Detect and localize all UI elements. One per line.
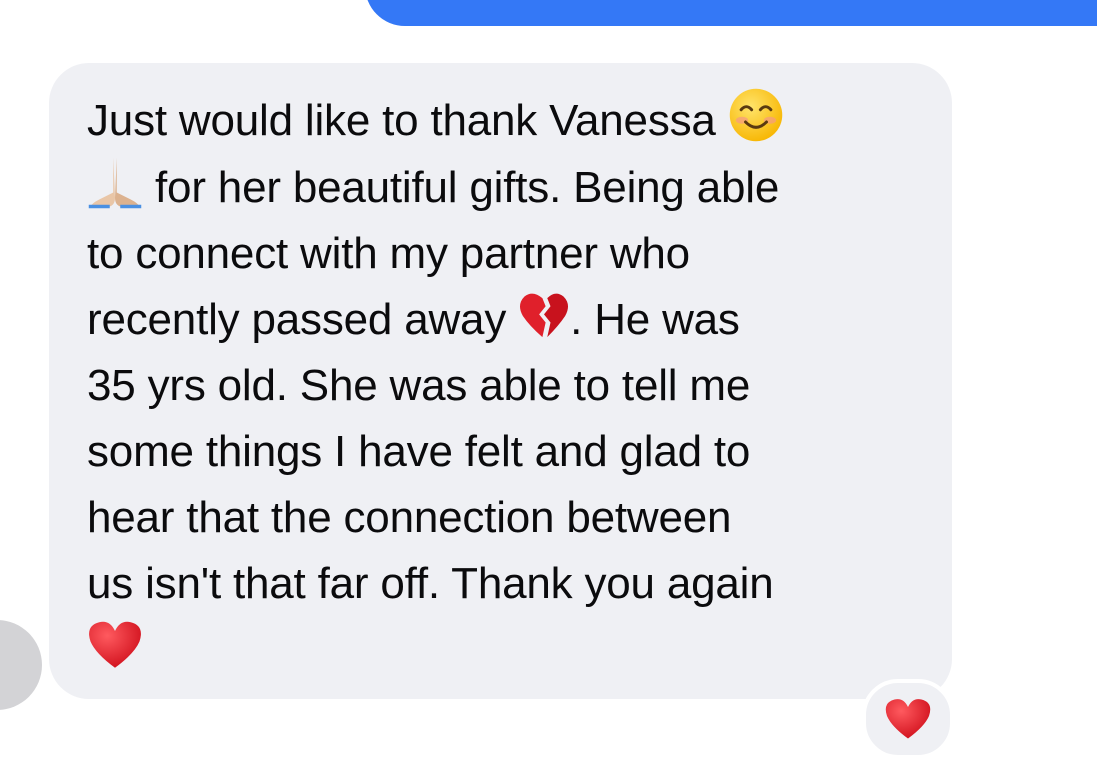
message-line-1: Just would like to thank Vanessa (87, 96, 716, 145)
chat-screen: Just would like to thank Vanessa for her… (0, 0, 1097, 757)
message-line-6: 35 yrs old. She was able to tell me (87, 361, 751, 410)
incoming-message-bubble[interactable]: Just would like to thank Vanessa for her… (49, 63, 952, 699)
message-line-7: some things I have felt and glad to (87, 427, 751, 476)
smiling-face-icon (728, 87, 784, 143)
heart-reaction-badge[interactable] (862, 679, 954, 757)
message-line-5: . He was (570, 295, 740, 344)
red-heart-icon (885, 699, 931, 739)
message-line-3: to connect with my partner who (87, 229, 690, 278)
message-line-8: hear that the connection between (87, 493, 732, 542)
message-line-2: for her beautiful gifts. Being able (155, 163, 780, 212)
red-heart-icon (87, 617, 143, 673)
avatar[interactable] (0, 620, 42, 710)
outgoing-message-bubble[interactable] (365, 0, 1097, 26)
broken-heart-icon (518, 290, 570, 342)
message-line-4: recently passed away (87, 295, 507, 344)
message-line-9: us isn't that far off. Thank you again (87, 559, 774, 608)
folded-hands-icon (87, 154, 143, 210)
message-text: Just would like to thank Vanessa for her… (87, 87, 922, 684)
